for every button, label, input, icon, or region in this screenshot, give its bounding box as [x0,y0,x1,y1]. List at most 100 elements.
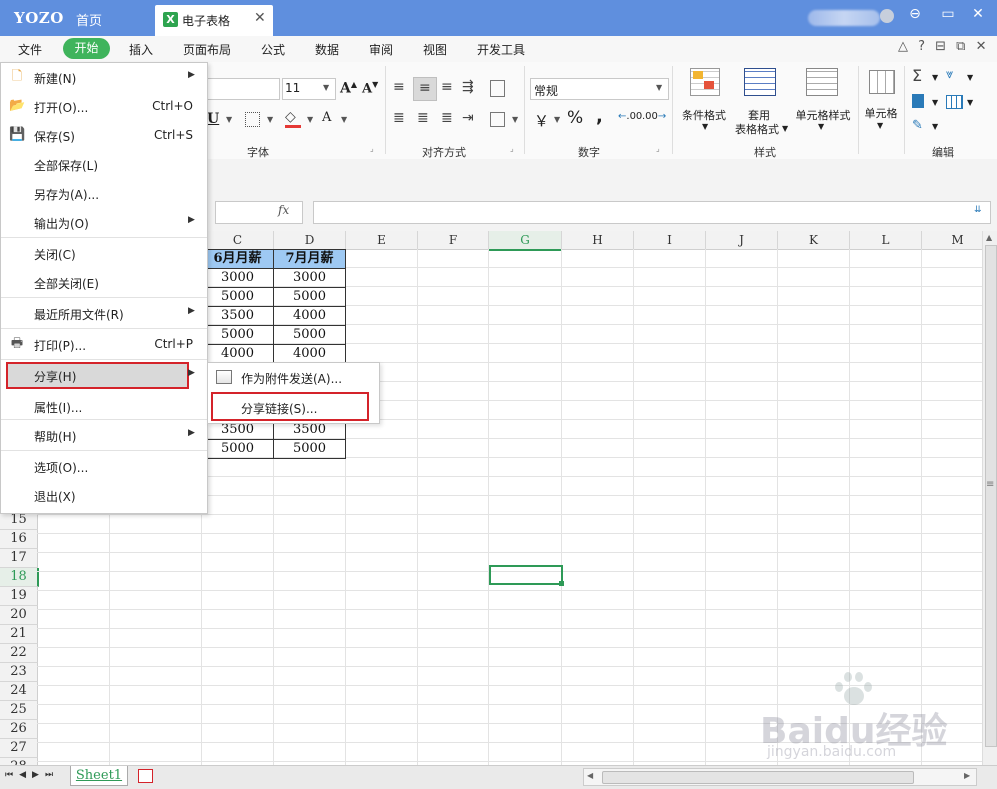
file-menu-open[interactable]: 📂 打开(O)... Ctrl+O [1,92,207,121]
scroll-right-icon[interactable]: ▶ [964,771,970,780]
chevron-down-icon[interactable]: ▼ [512,115,518,124]
file-menu-close[interactable]: 关闭(C) [1,239,207,268]
table-cell[interactable]: 5000 [273,287,346,307]
file-menu-save[interactable]: 💾 保存(S) Ctrl+S [1,121,207,150]
chevron-down-icon[interactable]: ▼ [932,73,938,82]
chevron-down-icon[interactable]: ▼ [702,122,708,131]
font-name-select[interactable] [206,78,280,100]
increase-font-button[interactable]: A▲ [340,79,357,97]
menu-page-layout[interactable]: 页面布局 [183,41,231,58]
row-header-16[interactable]: 16 [0,530,38,549]
align-bottom-icon[interactable]: ≡ [441,79,453,95]
table-cell[interactable]: 3000 [201,268,274,288]
fill-down-icon[interactable] [912,94,924,108]
minimize-button[interactable]: ⊖ [902,6,928,22]
autosum-button[interactable]: Σ [912,66,922,85]
chevron-down-icon[interactable]: ▼ [307,115,313,124]
cell-style-button[interactable]: 单元格样式 [790,107,856,123]
menu-developer[interactable]: 开发工具 [477,41,525,58]
close-tab-icon[interactable]: ✕ [254,10,266,26]
sort-filter-icon[interactable]: ⩔ [946,67,953,82]
row-header-18[interactable]: 18 [0,568,39,587]
user-account[interactable] [808,10,880,26]
share-link-item[interactable]: 分享链接(S)... [208,392,379,421]
comma-button[interactable]: , [596,106,603,127]
column-header-d[interactable]: D [274,231,346,250]
menu-formula[interactable]: 公式 [261,41,285,58]
menu-data[interactable]: 数据 [315,41,339,58]
table-cell[interactable]: 3000 [273,268,346,288]
chevron-down-icon[interactable]: ▼ [967,73,973,82]
align-center-icon[interactable]: ≣ [417,110,429,126]
table-format-label-2[interactable]: 表格格式 [725,121,789,137]
indent-icon[interactable]: ⇥ [462,110,474,126]
conditional-format-button[interactable]: 条件格式 [677,107,731,123]
document-tab[interactable]: X 电子表格 ✕ [155,5,273,36]
align-right-icon[interactable]: ≣ [441,110,453,126]
menu-insert[interactable]: 插入 [129,41,153,58]
align-top-icon[interactable]: ≡ [393,79,405,95]
row-header-17[interactable]: 17 [0,549,38,568]
dialog-launcher-icon[interactable]: ⌟ [656,144,660,153]
fill-handle[interactable] [559,581,564,586]
chevron-down-icon[interactable]: ▼ [932,122,938,131]
chevron-down-icon[interactable]: ▼ [226,115,232,124]
dialog-launcher-icon[interactable]: ⌟ [510,144,514,153]
insert-function-button[interactable]: fx [278,203,289,217]
align-middle-button[interactable]: ≡ [413,77,437,101]
decrease-font-button[interactable]: A▼ [362,79,378,96]
row-header-25[interactable]: 25 [0,701,38,720]
table-cell[interactable]: 4000 [273,306,346,326]
chevron-down-icon[interactable]: ▼ [782,124,788,133]
scroll-left-icon[interactable]: ◀ [587,771,593,780]
column-header-h[interactable]: H [562,231,634,250]
currency-button[interactable]: ￥ [534,110,549,131]
row-header-22[interactable]: 22 [0,644,38,663]
ribbon-controls-icon[interactable]: △ ? ⊟ ⧉ ✕ [898,39,990,54]
border-icon[interactable] [245,112,260,127]
row-header-28[interactable]: 28 [0,758,38,765]
horizontal-scrollbar[interactable]: ◀ ▶ [583,768,977,786]
row-header-21[interactable]: 21 [0,625,38,644]
chevron-down-icon[interactable]: ▼ [341,115,347,124]
file-menu-recent-files[interactable]: 最近所用文件(R) ▶ [1,299,207,328]
dialog-launcher-icon[interactable]: ⌟ [370,144,374,153]
row-header-24[interactable]: 24 [0,682,38,701]
table-cell[interactable]: 4000 [273,344,346,364]
column-header-f[interactable]: F [418,231,489,250]
column-header-e[interactable]: E [346,231,418,250]
column-header-k[interactable]: K [778,231,850,250]
menu-file[interactable]: 文件 [18,41,42,58]
row-header-23[interactable]: 23 [0,663,38,682]
avatar[interactable] [880,9,894,23]
chevron-down-icon[interactable]: ▼ [818,122,824,131]
chevron-down-icon[interactable]: ▼ [967,98,973,107]
merge-cells-icon[interactable] [490,112,505,127]
table-cell[interactable]: 3500 [201,306,274,326]
chevron-down-icon[interactable]: ▼ [877,121,883,130]
file-menu-new[interactable]: 🗋 新建(N) ▶ [1,63,207,92]
table-cell[interactable]: 5000 [273,325,346,345]
font-size-select[interactable]: 11 ▼ [282,78,336,100]
table-cell[interactable]: 5000 [201,439,274,459]
expand-formula-icon[interactable]: ⇊ [974,205,982,215]
column-header-c[interactable]: C [202,231,274,250]
column-header-m[interactable]: M [922,231,982,250]
column-header-g[interactable]: G [489,231,562,251]
chevron-down-icon[interactable]: ▼ [267,115,273,124]
cells-button[interactable]: 单元格 [860,105,902,121]
number-format-select[interactable]: 常规 ▼ [530,78,669,100]
menu-start[interactable]: 开始 [63,38,110,59]
increase-decimal-button[interactable]: ←.00 [618,111,642,122]
file-menu-export[interactable]: 输出为(O) ▶ [1,208,207,237]
font-color-button[interactable]: A [322,110,331,125]
file-menu-options[interactable]: 选项(O)... [1,452,207,481]
orientation-icon[interactable] [490,80,505,97]
chevron-down-icon[interactable]: ▼ [932,98,938,107]
file-menu-properties[interactable]: 属性(I)... [1,392,207,421]
row-header-19[interactable]: 19 [0,587,38,606]
chevron-down-icon[interactable]: ▼ [554,115,560,124]
row-header-27[interactable]: 27 [0,739,38,758]
add-sheet-icon[interactable] [138,769,153,783]
eraser-icon[interactable]: ✎ [912,118,923,133]
